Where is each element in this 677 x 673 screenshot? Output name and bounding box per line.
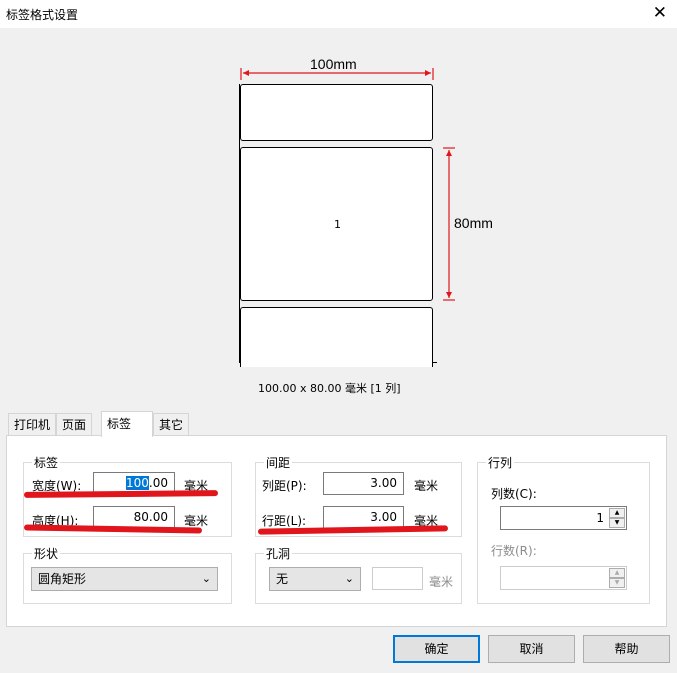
spin-down-icon[interactable]: ▼ bbox=[609, 578, 625, 588]
label-summary: 100.00 x 80.00 毫米 [1 列] bbox=[258, 382, 401, 395]
spacing-group-title: 间距 bbox=[264, 454, 293, 471]
spin-up-icon[interactable]: ▲ bbox=[609, 508, 625, 518]
shape-select[interactable]: 圆角矩形 ⌄ bbox=[31, 567, 218, 591]
label-size-group-title: 标签 bbox=[32, 454, 61, 471]
tab-label[interactable]: 标签 bbox=[101, 411, 153, 437]
ok-button[interactable]: 确定 bbox=[393, 635, 480, 663]
cols-count-spinner[interactable]: 1 ▲ ▼ bbox=[500, 506, 627, 530]
height-dimension-text: 80mm bbox=[454, 215, 493, 231]
width-rest-text: .00 bbox=[148, 476, 168, 490]
spin-up-icon[interactable]: ▲ bbox=[609, 568, 625, 578]
spin-buttons: ▲ ▼ bbox=[609, 568, 625, 588]
help-button[interactable]: 帮助 bbox=[583, 635, 670, 663]
tab-page[interactable]: 页面 bbox=[56, 413, 93, 435]
spin-down-icon[interactable]: ▼ bbox=[609, 518, 625, 528]
cols-count-label: 列数(C): bbox=[491, 487, 537, 501]
hole-size-unit: 毫米 bbox=[429, 575, 454, 589]
width-dimension-text: 100mm bbox=[310, 56, 357, 72]
rows-count-spinner[interactable]: ▲ ▼ bbox=[500, 566, 627, 590]
cancel-button[interactable]: 取消 bbox=[488, 635, 575, 663]
chevron-down-icon: ⌄ bbox=[201, 572, 211, 585]
cols-count-value: 1 bbox=[596, 511, 604, 525]
tab-printer[interactable]: 打印机 bbox=[8, 413, 57, 435]
spin-buttons: ▲ ▼ bbox=[609, 508, 625, 528]
shape-group-title: 形状 bbox=[32, 545, 61, 562]
col-spacing-label: 列距(P): bbox=[262, 479, 307, 493]
hole-size-input[interactable] bbox=[372, 567, 423, 590]
hole-group-title: 孔洞 bbox=[264, 545, 293, 562]
hole-select[interactable]: 无 ⌄ bbox=[269, 567, 361, 591]
chevron-down-icon: ⌄ bbox=[344, 572, 354, 585]
row-spacing-label: 行距(L): bbox=[262, 514, 307, 528]
rows-count-label: 行数(R): bbox=[491, 544, 537, 558]
width-selected-text: 100 bbox=[126, 476, 149, 490]
tab-other[interactable]: 其它 bbox=[153, 413, 190, 435]
col-spacing-unit: 毫米 bbox=[414, 479, 439, 493]
shape-select-value: 圆角矩形 bbox=[38, 572, 87, 586]
hole-select-value: 无 bbox=[276, 572, 289, 586]
rows-cols-group-title: 行列 bbox=[486, 454, 515, 471]
col-spacing-input[interactable]: 3.00 bbox=[323, 472, 404, 495]
